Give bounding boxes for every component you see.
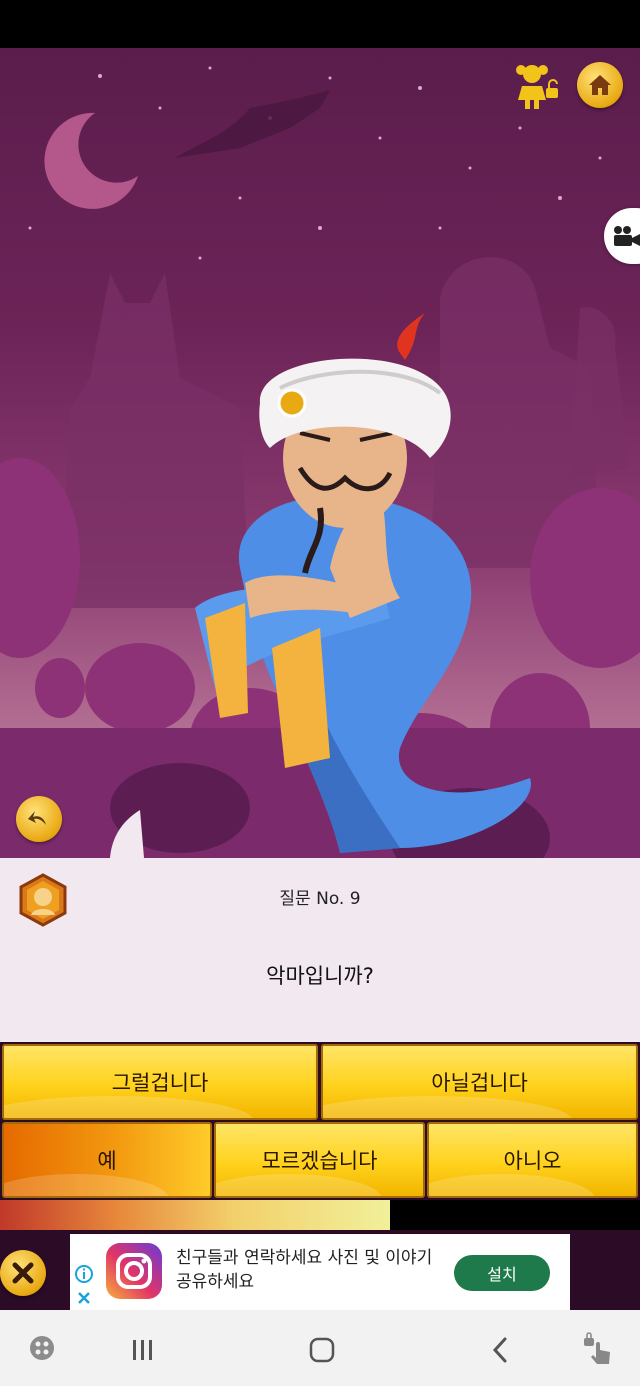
touch-icon[interactable] [582,1332,614,1366]
progress-fill [0,1200,391,1230]
answer-yes-button[interactable]: 예 [2,1122,212,1198]
install-button[interactable]: 설치 [454,1255,550,1291]
ad-text: 친구들과 연락하세요 사진 및 이야기 공유하세요 [176,1248,433,1292]
answer-yes-label: 예 [97,1149,117,1173]
navigation-bar [0,1310,640,1386]
answer-probably-button[interactable]: 그럴겁니다 [2,1044,318,1120]
back-icon[interactable] [490,1336,510,1364]
game-icon[interactable] [28,1334,56,1362]
recents-icon[interactable] [130,1338,156,1362]
question-text: 악마입니까? [266,964,374,988]
answer-probably-label: 그럴겁니다 [111,1071,209,1095]
scene-illustration [0,66,640,858]
answer-dont-know-button[interactable]: 모르겠습니다 [214,1122,425,1198]
close-ad-button[interactable] [0,1250,46,1296]
status-bar [0,0,640,48]
answer-no-button[interactable]: 아니오 [427,1122,638,1198]
question-number: 질문 No. 9 [279,889,361,909]
x-icon[interactable] [76,1290,92,1306]
game-scene [0,48,640,858]
close-icon [12,1262,34,1284]
answer-no-label: 아니오 [503,1149,562,1173]
answer-dont-know-label: 모르겠습니다 [261,1149,378,1173]
speech-bubble-tail [110,810,144,858]
kid-mode-button[interactable] [514,60,562,110]
home-button[interactable] [577,62,623,108]
answer-panel: 그럴겁니다 아닐겁니다 예 모르겠습니다 아니오 [0,1042,640,1200]
undo-icon [28,811,46,825]
answer-probably-not-button[interactable]: 아닐겁니다 [321,1044,638,1120]
child-lock-icon [516,65,558,109]
instagram-logo [106,1243,162,1299]
undo-button[interactable] [16,796,62,842]
video-camera-icon [614,226,640,246]
home-nav-icon[interactable] [308,1336,336,1364]
info-icon[interactable] [74,1264,94,1284]
answer-probably-not-label: 아닐겁니다 [431,1071,528,1095]
home-icon [589,75,611,95]
